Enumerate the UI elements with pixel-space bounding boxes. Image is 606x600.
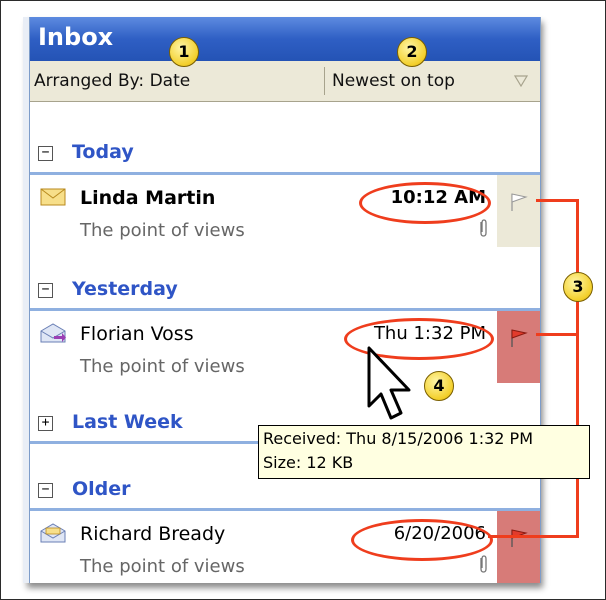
callout-badge-1: 1 <box>169 37 199 67</box>
empty-flag-icon <box>511 193 528 211</box>
inbox-panel: Inbox Arranged By: Date Newest on top − … <box>23 17 541 583</box>
paperclip-icon <box>480 555 487 573</box>
arranged-by-button[interactable]: Arranged By: Date <box>34 71 190 91</box>
group-label-today: Today <box>72 141 134 163</box>
message-preview: The point of views <box>80 356 245 377</box>
callout-connector <box>536 199 579 202</box>
sort-triangle-icon[interactable] <box>514 75 528 87</box>
arrange-header: Arranged By: Date Newest on top <box>30 61 540 102</box>
tooltip-size: Size: 12 KB <box>263 453 354 472</box>
group-header-yesterday[interactable]: − Yesterday <box>30 272 540 308</box>
callout-badge-3: 3 <box>563 272 593 302</box>
inbox-title: Inbox <box>38 23 114 51</box>
mouse-pointer-icon <box>367 346 411 420</box>
message-sender: Linda Martin <box>80 187 216 209</box>
column-divider <box>324 67 325 95</box>
sort-order-button[interactable]: Newest on top <box>332 71 455 91</box>
callout-badge-4: 4 <box>424 371 454 401</box>
group-label-last-week: Last Week <box>72 411 183 433</box>
message-list: Inbox Arranged By: Date Newest on top − … <box>29 17 541 583</box>
callout-ellipse-time <box>351 519 493 561</box>
received-tooltip: Received: Thu 8/15/2006 1:32 PM Size: 12… <box>258 425 590 479</box>
callout-connector <box>488 535 579 538</box>
flag-status-cell[interactable] <box>497 511 540 583</box>
flag-status-cell[interactable] <box>497 175 540 247</box>
group-header-today[interactable]: − Today <box>30 135 540 171</box>
replied-envelope-icon <box>40 323 66 343</box>
message-preview: The point of views <box>80 220 245 241</box>
collapse-toggle-icon[interactable]: − <box>38 146 53 161</box>
message-sender: Richard Bready <box>80 523 226 545</box>
flag-status-cell[interactable] <box>497 311 540 383</box>
collapse-toggle-icon[interactable]: − <box>38 283 53 298</box>
callout-connector <box>576 199 579 538</box>
group-label-yesterday: Yesterday <box>72 278 178 300</box>
opened-envelope-icon <box>40 523 66 543</box>
red-flag-icon <box>511 529 528 547</box>
collapse-toggle-icon[interactable]: − <box>38 483 53 498</box>
paperclip-icon <box>480 219 487 237</box>
callout-badge-2: 2 <box>397 37 427 67</box>
tooltip-received: Received: Thu 8/15/2006 1:32 PM <box>263 429 534 448</box>
group-label-older: Older <box>72 478 131 500</box>
closed-envelope-icon <box>40 188 66 206</box>
callout-ellipse-time <box>359 182 491 224</box>
callout-connector <box>536 333 579 336</box>
red-flag-icon <box>511 329 528 347</box>
message-sender: Florian Voss <box>80 323 194 345</box>
message-preview: The point of views <box>80 556 245 577</box>
expand-toggle-icon[interactable]: + <box>38 416 53 431</box>
inbox-title-bar: Inbox <box>30 17 540 61</box>
